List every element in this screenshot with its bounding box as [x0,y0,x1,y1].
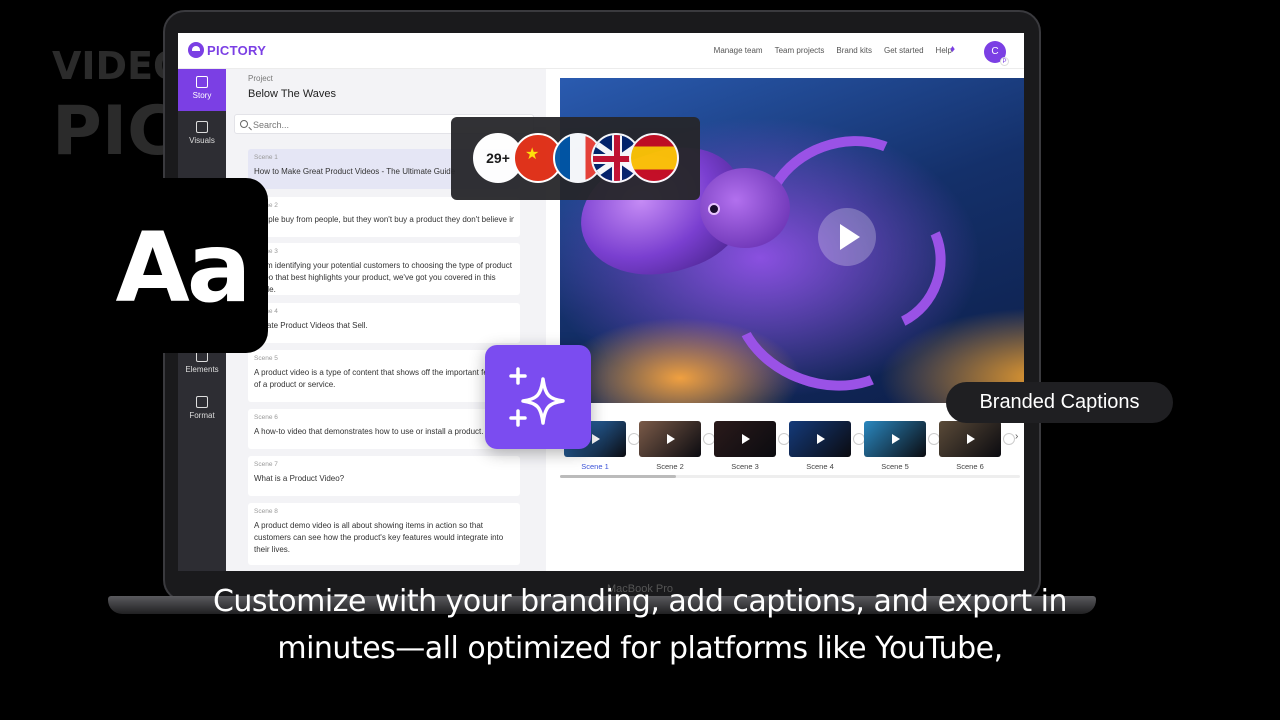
sparkle-icon [509,367,565,427]
nav-get-started[interactable]: Get started [884,46,924,55]
scene-text: A product demo video is all about showin… [254,521,504,554]
chevron-right-icon[interactable]: › [1015,431,1018,442]
rail-item-format[interactable]: Format [178,389,226,431]
spain-flag-icon [629,133,679,183]
scene-thumbnail-label: Scene 1 [581,462,609,471]
rail-label-story: Story [192,91,212,100]
scene-label: Scene 7 [254,461,278,468]
scene-label: Scene 2 [254,202,278,209]
rail-label-visuals: Visuals [189,136,215,145]
logo-text: PICTORY [207,42,267,58]
scene-thumbnail-label: Scene 4 [806,462,834,471]
font-glyph-icon: Aa [115,212,251,324]
scene-strip: Scene 1 Scene 2 Scene 3 Scene 4 Scene 5 Scene… [560,417,1020,477]
image-icon [196,121,208,133]
rail-label-format: Format [189,411,215,420]
play-icon[interactable] [818,208,876,266]
app-screen: PICTORY Manage team Team projects Brand … [178,33,1024,571]
scene-thumbnail[interactable] [864,421,926,457]
scene-thumbnail-label: Scene 3 [731,462,759,471]
scene-card-8[interactable]: Scene 8 A product demo video is all abou… [248,503,520,565]
subtitle-line-2: minutes—all optimized for platforms like… [277,631,1003,666]
format-icon [196,396,208,408]
top-nav: Manage team Team projects Brand kits Get… [714,46,952,55]
octopus-eye [708,203,720,215]
rail-item-visuals[interactable]: Visuals [178,114,226,156]
nav-brand-kits[interactable]: Brand kits [836,46,872,55]
ai-tile [485,345,591,449]
scene-thumbnail-label: Scene 5 [881,462,909,471]
scene-text: People buy from people, but they won't b… [254,215,514,224]
search-placeholder: Search... [253,120,290,130]
scene-card-7[interactable]: Scene 7 What is a Product Video? [248,456,520,496]
avatar-initial: C [991,46,999,57]
scene-label: Scene 4 [254,308,278,315]
scene-label: Scene 6 [254,414,278,421]
scene-text: From identifying your potential customer… [254,261,512,294]
scrollbar-thumb[interactable] [560,475,676,478]
avatar[interactable]: C P [984,41,1009,66]
nav-manage-team[interactable]: Manage team [714,46,763,55]
scene-thumbnail[interactable] [714,421,776,457]
scene-thumbnail[interactable] [639,421,701,457]
logo[interactable]: PICTORY [188,42,266,58]
scene-card-4[interactable]: Scene 4 Create Product Videos that Sell. [248,303,520,343]
scene-thumbnail-label: Scene 2 [656,462,684,471]
search-icon [240,120,248,128]
scene-card-2[interactable]: Scene 2 People buy from people, but they… [248,197,520,237]
scene-text: A how-to video that demonstrates how to … [254,427,484,436]
app-header: PICTORY Manage team Team projects Brand … [178,33,1024,69]
rail-item-story[interactable]: Story [178,69,226,111]
nav-team-projects[interactable]: Team projects [775,46,825,55]
scene-text: A product video is a type of content tha… [254,368,511,389]
scene-label: Scene 8 [254,508,278,515]
transition-icon[interactable] [1003,433,1015,445]
branded-captions-badge: Branded Captions [946,382,1173,423]
scene-card-6[interactable]: Scene 6 A how-to video that demonstrates… [248,409,520,449]
scene-card-3[interactable]: Scene 3 From identifying your potential … [248,243,520,295]
scene-text: Create Product Videos that Sell. [254,321,368,330]
scene-strip-scrollbar[interactable] [560,475,1020,478]
project-title[interactable]: Below The Waves [248,88,336,100]
avatar-sub-initial: P [1000,57,1009,66]
font-tile: Aa [96,178,268,353]
project-label: Project [248,74,273,83]
scene-thumbnail[interactable] [939,421,1001,457]
notification-bell-icon[interactable]: ♦ [950,45,960,55]
scene-thumbnail[interactable] [789,421,851,457]
rail-label-elements: Elements [185,365,219,374]
scene-text: What is a Product Video? [254,474,345,483]
scene-thumbnail-label: Scene 6 [956,462,984,471]
octopus-logo-icon [188,42,204,58]
scene-card-5[interactable]: Scene 5 A product video is a type of con… [248,350,520,402]
subtitle-line-1: Customize with your branding, add captio… [212,584,1068,619]
scene-label: Scene 5 [254,355,278,362]
language-badge: 29+ [451,117,700,200]
story-icon [196,76,208,88]
scene-label: Scene 3 [254,248,278,255]
